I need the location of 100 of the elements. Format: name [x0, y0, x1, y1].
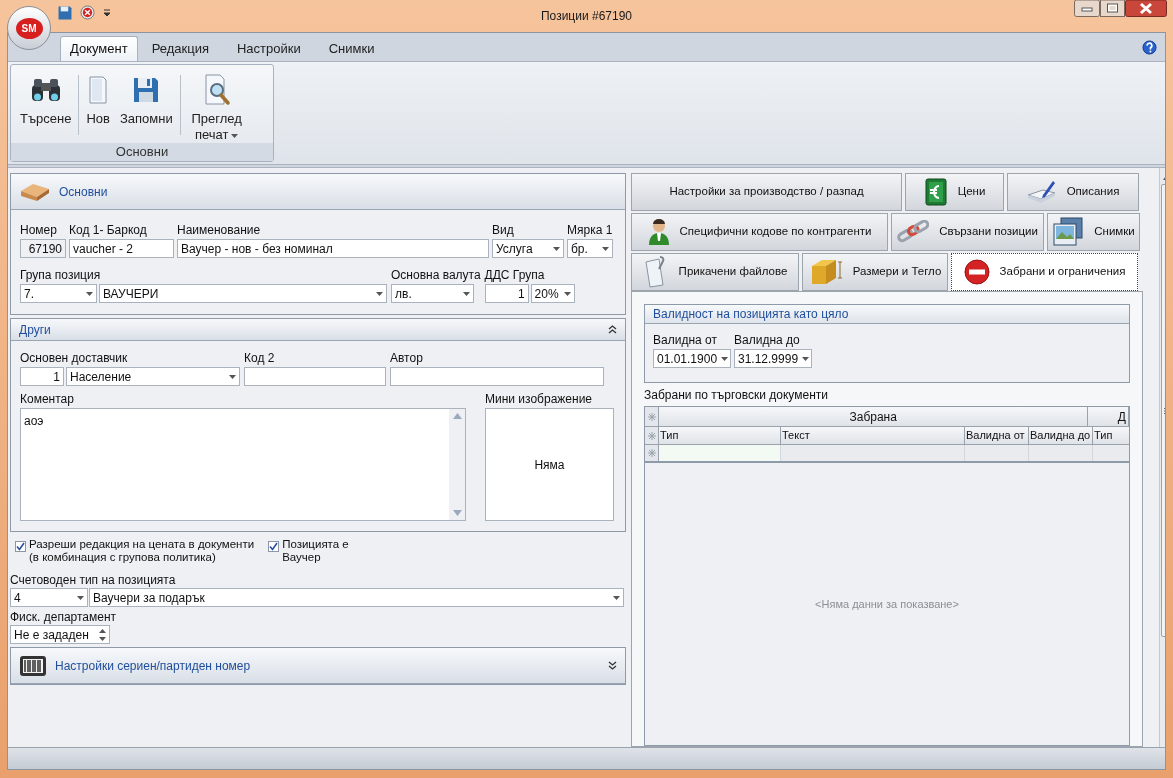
input-field[interactable]: 1 — [484, 284, 529, 303]
new-row-cell[interactable] — [965, 445, 1029, 461]
section-header[interactable]: Настройки сериен/партиден номер — [11, 648, 625, 684]
field-label: Код 2 — [244, 351, 276, 365]
dropdown-field[interactable]: бр. — [567, 239, 613, 258]
column-header[interactable]: Текст — [781, 427, 965, 444]
field-label: Мини изображение — [485, 392, 594, 406]
new-row-cell[interactable] — [1029, 445, 1093, 461]
no-entry-icon — [963, 259, 990, 285]
ribbon-button[interactable]: Търсене — [15, 71, 77, 127]
checkbox[interactable] — [268, 541, 280, 552]
input-field[interactable] — [390, 367, 604, 386]
caret-icon — [613, 595, 620, 600]
dropdown-field[interactable]: 4 — [10, 588, 88, 607]
input-field[interactable]: 67190 — [20, 239, 66, 258]
caret-icon — [721, 356, 729, 361]
column-header[interactable]: Валидна от — [965, 427, 1029, 444]
section-title: Други — [19, 321, 52, 339]
dropdown-field[interactable]: 31.12.9999 — [734, 349, 812, 368]
check-icon — [16, 542, 25, 551]
group-label: Основни — [11, 143, 273, 161]
grid-title: Забрани по търговски документи — [644, 387, 829, 403]
field-label: Валидна от — [653, 333, 718, 347]
column-header[interactable]: Валидна до — [1029, 427, 1093, 444]
section-title: Основни — [59, 183, 109, 201]
input-field[interactable]: vaucher - 2 — [69, 239, 174, 258]
field-label: ДДС Група — [484, 268, 546, 282]
row-indicator-icon — [647, 449, 656, 457]
barcode-icon — [19, 654, 47, 677]
ribbon-button[interactable]: Преглед печат — [182, 71, 251, 143]
band-header[interactable]: Забрана — [659, 407, 1089, 426]
save-icon[interactable] — [58, 5, 72, 20]
dropdown-field[interactable]: Ваучери за подарък — [89, 588, 624, 607]
field-label: Група позиция — [20, 268, 102, 282]
customize-icon[interactable] — [103, 8, 111, 17]
field-label: Мярка 1 — [567, 223, 613, 237]
scroll-up-icon[interactable] — [452, 413, 462, 419]
section-header[interactable]: Основни — [11, 174, 625, 210]
ribbon-tab[interactable]: Редакция — [137, 36, 223, 61]
section-header[interactable]: Други — [11, 319, 625, 341]
band-header[interactable]: Д — [1088, 407, 1129, 426]
ribbon-tab[interactable]: Документ — [60, 36, 138, 61]
field-label: Наименование — [177, 223, 262, 237]
ribbon-button[interactable]: Нов — [81, 71, 115, 127]
spin-field[interactable]: Не е зададен — [10, 625, 110, 644]
caret-icon — [376, 291, 383, 296]
detail-tab[interactable]: Настройки за производство / разпад — [631, 173, 902, 211]
app-logo[interactable]: SM — [15, 17, 43, 39]
field-label: Вид — [492, 223, 515, 237]
detail-tab[interactable]: Свързани позиции — [891, 213, 1044, 251]
detail-tab[interactable]: Прикачени файлове — [631, 253, 799, 291]
field-label: Фиск. департамент — [10, 610, 118, 624]
maximize-icon[interactable] — [1100, 0, 1125, 17]
detail-tab[interactable]: Забрани и ограничения — [951, 253, 1138, 291]
input-field[interactable] — [244, 367, 386, 386]
caret-icon — [77, 595, 84, 600]
scroll-down-icon[interactable] — [452, 510, 462, 516]
ribbon-tab[interactable]: Снимки — [314, 36, 389, 61]
field-label: Валидна до — [734, 333, 801, 347]
blank-page-icon — [88, 75, 109, 105]
input-field[interactable]: Ваучер - нов - без номинал — [177, 239, 489, 258]
detail-tab[interactable]: Описания — [1007, 173, 1139, 211]
expand-chevron-icon[interactable] — [608, 661, 617, 670]
help-icon[interactable] — [1142, 39, 1157, 55]
ribbon-tab[interactable]: Настройки — [222, 36, 315, 61]
image-field[interactable]: Няма — [485, 408, 614, 521]
collapse-chevron-icon[interactable] — [608, 325, 617, 334]
detail-tab[interactable]: Снимки — [1047, 213, 1140, 251]
detail-tab[interactable]: Цени — [905, 173, 1004, 211]
dropdown-field[interactable]: 7. — [20, 284, 97, 303]
group-title: Валидност на позицията като цяло — [645, 305, 1129, 324]
scrollbar[interactable] — [449, 409, 465, 520]
new-row-cell[interactable] — [659, 445, 781, 461]
dropdown-field[interactable]: Население — [66, 367, 240, 386]
new-row-cell[interactable] — [781, 445, 965, 461]
minimize-icon[interactable] — [1074, 0, 1100, 17]
comment-textarea[interactable]: аоэ — [20, 408, 466, 521]
column-header[interactable]: Тип — [1093, 427, 1129, 444]
column-header[interactable]: Тип — [659, 427, 781, 444]
window-title: Позиции #67190 — [541, 8, 632, 25]
checkbox[interactable] — [15, 541, 26, 552]
empty-grid-message: <Няма данни за показване> — [815, 596, 959, 612]
caret-icon — [602, 246, 609, 251]
dropdown-field[interactable]: Услуга — [492, 239, 564, 258]
dropdown-field[interactable]: ВАУЧЕРИ — [99, 284, 387, 303]
magnifier-page-icon — [202, 74, 231, 106]
ribbon-button[interactable]: Запомни — [114, 71, 178, 127]
caret-icon — [229, 374, 236, 379]
close-circle-icon[interactable] — [80, 5, 95, 20]
dropdown-field[interactable]: 20% — [530, 284, 575, 303]
detail-tab[interactable]: Специфични кодове по контрагенти — [631, 213, 888, 251]
close-icon[interactable] — [1125, 0, 1167, 17]
dropdown-field[interactable]: 01.01.1900 — [653, 349, 731, 368]
brick-icon — [19, 181, 51, 202]
input-field[interactable]: 1 — [20, 367, 64, 386]
caret-icon — [563, 291, 571, 296]
checkbox-label: Разреши редакция на цената в документи (в комбинация с групова политика) — [29, 538, 255, 564]
caret-icon — [463, 291, 470, 296]
detail-tab[interactable]: Размери и Тегло — [802, 253, 948, 291]
dropdown-field[interactable]: лв. — [391, 284, 474, 303]
